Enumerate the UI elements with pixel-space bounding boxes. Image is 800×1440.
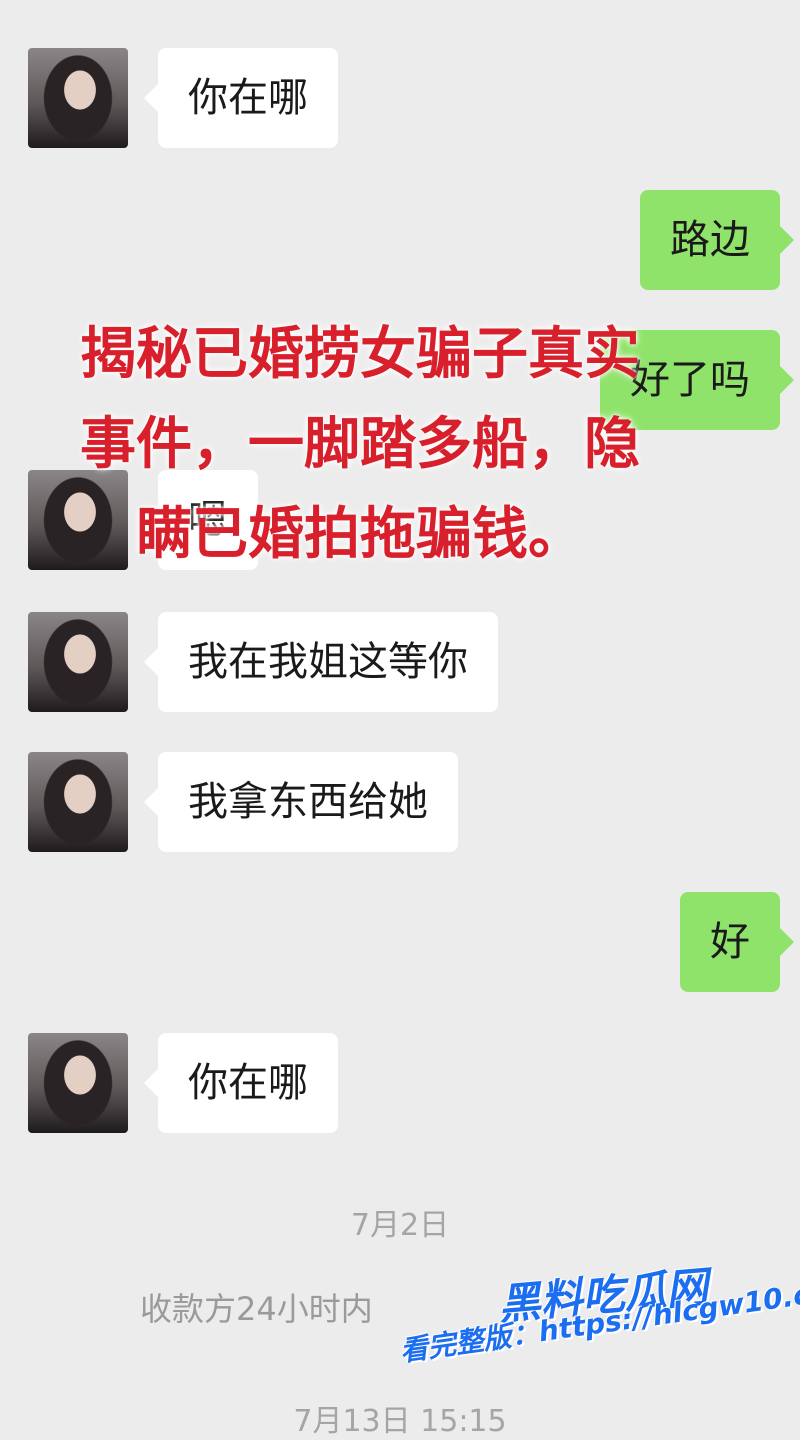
incoming-message-bubble[interactable]: 我在我姐这等你 — [144, 612, 498, 712]
incoming-message-bubble[interactable]: 我拿东西给她 — [144, 752, 458, 852]
incoming-message-bubble[interactable]: 你在哪 — [144, 48, 338, 148]
overlay-caption: 揭秘已婚捞女骗子真实事件，一脚踏多船，隐瞒已婚拍拖骗钱。 — [80, 322, 640, 567]
transfer-system-note: 收款方24小时内 — [140, 1290, 373, 1328]
contact-avatar[interactable] — [28, 752, 128, 852]
outgoing-message-bubble[interactable]: 路边 — [640, 190, 794, 290]
outgoing-message-bubble[interactable]: 好 — [680, 892, 794, 992]
chat-timestamp: 7月13日 15:15 — [293, 1404, 507, 1439]
contact-avatar[interactable] — [28, 1033, 128, 1133]
contact-avatar[interactable] — [28, 48, 128, 148]
incoming-message-bubble[interactable]: 你在哪 — [144, 1033, 338, 1133]
chat-timestamp: 7月2日 — [350, 1208, 450, 1243]
contact-avatar[interactable] — [28, 612, 128, 712]
